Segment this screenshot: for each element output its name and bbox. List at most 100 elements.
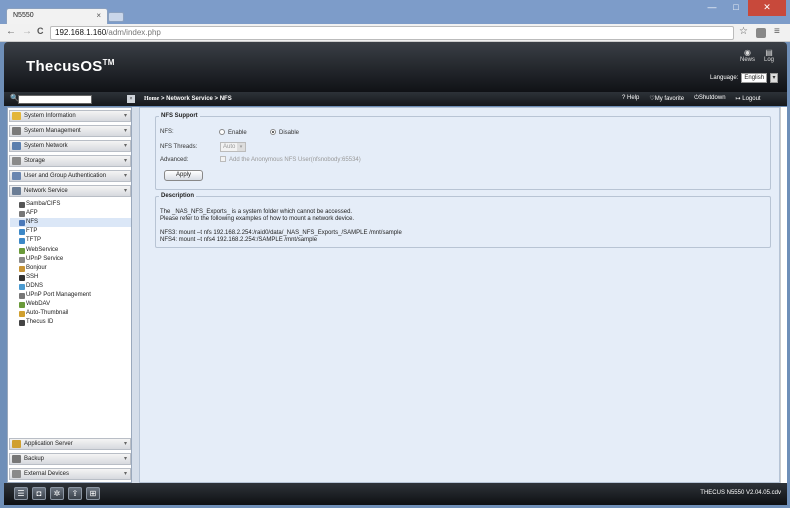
description-line-2: Please refer to the following examples o… (160, 216, 355, 222)
sidebar-item-auto-thumbnail[interactable]: Auto-Thumbnail (10, 309, 131, 318)
tab-close-icon[interactable]: × (96, 11, 101, 20)
service-icon (19, 238, 25, 245)
news-button[interactable]: ◉ News (740, 48, 755, 63)
shutdown-link[interactable]: ⏻Shutdown (694, 95, 725, 102)
description-legend: Description (161, 193, 195, 199)
reload-icon[interactable]: C (37, 26, 44, 36)
sidebar-item-webservice[interactable]: WebService (10, 246, 131, 255)
chevron-down-icon[interactable]: ▾ (770, 73, 779, 83)
description-line-1: The _NAS_NFS_Exports_ is a system folder… (160, 209, 353, 215)
close-window-icon[interactable]: ✕ (748, 0, 786, 16)
breadcrumb-path: > Network Service > NFS (161, 96, 232, 102)
url-host: 192.168.1.160 (55, 28, 107, 37)
back-icon[interactable]: ← (6, 26, 16, 37)
sidebar-item-samba-cifs[interactable]: Samba/CIFS (10, 200, 131, 209)
sidebar-item-ftp[interactable]: FTP (10, 227, 131, 236)
network-icon[interactable]: ⊞ (86, 487, 100, 500)
new-tab-button[interactable] (108, 12, 124, 22)
anonymous-user-label: Add the Anonymous NFS User(nfsnobody:655… (229, 157, 361, 163)
anonymous-user-checkbox[interactable] (220, 156, 226, 162)
chevron-down-icon: ▾ (123, 188, 127, 194)
list-icon[interactable]: ☰ (14, 487, 28, 500)
sidebar-item-thecus-id[interactable]: Thecus ID (10, 318, 131, 327)
chevron-down-icon: ▾ (237, 143, 245, 151)
category-icon (12, 157, 21, 165)
search-clear-button[interactable]: × (127, 95, 135, 103)
language-selector: Language: English ▾ (710, 73, 779, 83)
sidebar-item-webdav[interactable]: WebDAV (10, 300, 131, 309)
chevron-down-icon: ▾ (123, 128, 127, 134)
advanced-label: Advanced: (160, 157, 189, 163)
service-icon (19, 220, 25, 227)
url-input[interactable]: 192.168.1.160/adm/index.php (50, 26, 734, 40)
service-icon (19, 229, 25, 236)
description-line-4: NFS4: mount –t nfs4 192.168.2.254:/SAMPL… (160, 237, 318, 243)
category-icon (12, 470, 21, 478)
sidebar-category-system-network[interactable]: System Network ▾ (9, 140, 131, 152)
category-icon (12, 112, 21, 120)
nfs-enable-radio[interactable] (219, 129, 225, 135)
vertical-scrollbar[interactable] (780, 107, 787, 483)
minimize-icon[interactable]: — (700, 0, 724, 16)
service-icon (19, 265, 25, 272)
sidebar-item-tftp[interactable]: TFTP (10, 236, 131, 245)
top-links: ? Help ♡My favorite ⏻Shutdown ↦ Logout (622, 95, 761, 102)
language-select[interactable]: English (741, 73, 768, 83)
search-input[interactable] (18, 95, 92, 104)
sidebar-splitter[interactable] (132, 107, 139, 483)
description-line-3: NFS3: mount –t nfs 192.168.2.254:/raid0/… (160, 230, 402, 236)
bookmark-star-icon[interactable]: ☆ (739, 26, 748, 37)
breadcrumb-home[interactable]: Home (144, 96, 159, 102)
nfs-disable-label: Disable (279, 130, 300, 136)
sidebar-category-backup[interactable]: Backup ▾ (9, 453, 131, 465)
service-icon (19, 293, 25, 299)
sidebar-item-bonjour[interactable]: Bonjour (10, 264, 131, 273)
logout-link[interactable]: ↦ Logout (736, 95, 761, 102)
category-icon (12, 187, 21, 195)
forward-icon[interactable]: → (22, 26, 32, 37)
log-button[interactable]: ▤ Log (764, 48, 774, 63)
nfs-label: NFS: (160, 129, 174, 135)
sidebar-item-ddns[interactable]: DDNS (10, 282, 131, 291)
chevron-down-icon: ▾ (123, 173, 127, 179)
sidebar-category-user-and-group-authentication[interactable]: User and Group Authentication ▾ (9, 170, 131, 182)
breadcrumb: Home > Network Service > NFS (144, 96, 232, 102)
sidebar-category-external-devices[interactable]: External Devices ▾ (9, 468, 131, 480)
extension-icon[interactable] (756, 28, 766, 38)
sidebar-item-nfs[interactable]: NFS (10, 218, 131, 228)
apply-button[interactable]: Apply (164, 170, 203, 181)
sidebar-item-afp[interactable]: AFP (10, 209, 131, 218)
sidebar-menu: System Information ▾ System Management ▾ Sys… (7, 107, 132, 483)
service-icon (19, 320, 25, 327)
sidebar-item-ssh[interactable]: SSH (10, 273, 131, 282)
maximize-icon[interactable]: □ (724, 0, 748, 16)
category-icon (12, 455, 21, 463)
help-link[interactable]: ? Help (622, 95, 639, 102)
sidebar-category-network-service[interactable]: Network Service ▾ (9, 185, 131, 197)
sidebar-category-application-server[interactable]: Application Server ▾ (9, 438, 131, 450)
service-icon (19, 311, 25, 318)
window-controls: — □ ✕ (700, 0, 786, 16)
nfs-threads-label: NFS Threads: (160, 144, 198, 150)
upload-icon[interactable]: ⇪ (68, 487, 82, 500)
nfs-threads-select[interactable]: Auto ▾ (220, 142, 246, 152)
firmware-version: THECUS N5550 V2.04.05.cdv (700, 490, 781, 496)
chevron-down-icon: ▾ (123, 456, 127, 462)
service-icon (19, 283, 25, 290)
fan-icon[interactable]: ✲ (50, 487, 64, 500)
sidebar-category-system-management[interactable]: System Management ▾ (9, 125, 131, 137)
favorite-link[interactable]: ♡My favorite (649, 95, 684, 102)
address-bar: ← → C 192.168.1.160/adm/index.php ☆ ≡ (0, 24, 790, 42)
sidebar-category-system-information[interactable]: System Information ▾ (9, 110, 131, 122)
nfs-disable-radio[interactable] (270, 129, 276, 135)
browser-menu-icon[interactable]: ≡ (774, 26, 780, 37)
camera-icon[interactable]: ◘ (32, 487, 46, 500)
sidebar-item-upnp-service[interactable]: UPnP Service (10, 255, 131, 264)
browser-tab[interactable]: N5550 × (6, 8, 108, 24)
sidebar-item-upnp-port-management[interactable]: UPnP Port Management (10, 291, 131, 300)
sidebar-category-storage[interactable]: Storage ▾ (9, 155, 131, 167)
service-icon (19, 247, 25, 254)
chevron-down-icon: ▾ (123, 441, 127, 447)
nfs-support-group: NFS Support (155, 113, 771, 190)
category-icon (12, 127, 21, 135)
